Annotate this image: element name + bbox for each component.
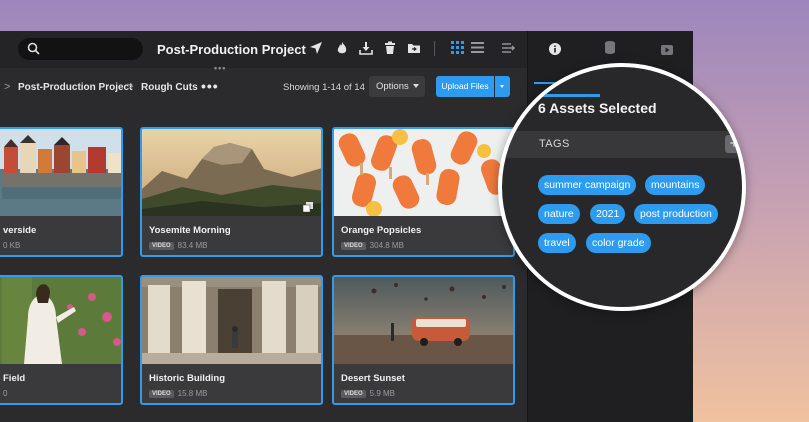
asset-meta: VIDEO 83.4 MB bbox=[149, 241, 207, 250]
asset-type-badge: VIDEO bbox=[341, 242, 366, 250]
inspector-tabs bbox=[528, 31, 693, 66]
more-options-button[interactable]: ••• bbox=[214, 63, 226, 73]
asset-title: verside bbox=[3, 225, 37, 236]
asset-size: 0 bbox=[3, 389, 8, 398]
video-icon[interactable] bbox=[661, 42, 673, 60]
stack-icon bbox=[302, 199, 313, 217]
upload-files-button[interactable]: Upload Files bbox=[436, 76, 494, 97]
asset-thumbnail bbox=[142, 277, 321, 364]
asset-title: Historic Building bbox=[149, 373, 225, 384]
tag-chip[interactable]: mountains bbox=[645, 175, 706, 195]
project-title: Post-Production Project bbox=[157, 42, 306, 57]
asset-card[interactable]: Yosemite Morning VIDEO 83.4 MB bbox=[140, 127, 323, 257]
asset-title: Orange Popsicles bbox=[341, 225, 422, 236]
tags-label: TAGS bbox=[539, 138, 570, 150]
send-icon[interactable] bbox=[309, 41, 323, 55]
chevron-down-icon bbox=[500, 85, 504, 88]
chevron-down-icon bbox=[413, 84, 419, 88]
breadcrumb-item-project[interactable]: Post-Production Project bbox=[18, 82, 132, 93]
asset-size: 83.4 MB bbox=[177, 241, 208, 250]
asset-thumbnail bbox=[142, 129, 321, 216]
tag-chip[interactable]: post production bbox=[634, 204, 718, 224]
asset-card[interactable]: Orange Popsicles VIDEO 304.8 MB bbox=[332, 127, 515, 257]
list-view-icon[interactable] bbox=[471, 41, 485, 55]
asset-size: 15.8 MB bbox=[177, 389, 208, 398]
asset-meta: VIDEO 15.8 MB bbox=[149, 389, 207, 398]
breadcrumb-separator: > bbox=[4, 81, 11, 93]
magnifier-callout: 6 A 6 Assets Selected TAGS + summer camp… bbox=[498, 63, 746, 311]
asset-size: 0 KB bbox=[3, 241, 21, 250]
tag-chip[interactable]: color grade bbox=[586, 233, 651, 253]
download-icon[interactable] bbox=[359, 41, 373, 55]
asset-title: Yosemite Morning bbox=[149, 225, 231, 236]
database-icon[interactable] bbox=[605, 41, 615, 59]
asset-thumbnail bbox=[334, 277, 513, 364]
showing-count: Showing 1-14 of 14 bbox=[283, 82, 365, 93]
asset-meta: VIDEO 304.8 MB bbox=[341, 241, 404, 250]
asset-title: Field bbox=[3, 373, 26, 384]
fire-icon[interactable] bbox=[335, 41, 349, 55]
asset-type-badge: VIDEO bbox=[149, 390, 174, 398]
asset-size: 5.9 MB bbox=[369, 389, 396, 398]
asset-card[interactable]: Historic Building VIDEO 15.8 MB bbox=[140, 275, 323, 405]
options-label: Options bbox=[376, 81, 409, 92]
upload-menu-button[interactable] bbox=[495, 76, 510, 97]
asset-thumbnail bbox=[0, 129, 121, 216]
tag-chip[interactable]: 2021 bbox=[590, 204, 626, 224]
asset-meta: VIDEO 5.9 MB bbox=[341, 389, 395, 398]
asset-card[interactable]: verside 0 KB bbox=[0, 127, 123, 257]
trash-icon[interactable] bbox=[383, 41, 397, 55]
search-input[interactable] bbox=[18, 38, 143, 60]
add-icon[interactable]: + bbox=[725, 135, 742, 153]
selection-heading: 6 Assets Selected bbox=[538, 100, 657, 116]
asset-card[interactable]: Desert Sunset VIDEO 5.9 MB bbox=[332, 275, 515, 405]
top-toolbar: Post-Production Project bbox=[0, 31, 527, 68]
asset-size: 304.8 MB bbox=[369, 241, 404, 250]
tag-chip[interactable]: summer campaign bbox=[538, 175, 637, 195]
tab-info-label: 6 A bbox=[538, 79, 555, 91]
tag-chip[interactable]: travel bbox=[538, 233, 576, 253]
tag-chip[interactable]: nature bbox=[538, 204, 580, 224]
asset-title: Desert Sunset bbox=[341, 373, 405, 384]
breadcrumb: > Post-Production Project > Rough Cuts •… bbox=[0, 63, 527, 110]
breadcrumb-item-rough-cuts[interactable]: Rough Cuts bbox=[141, 82, 198, 93]
asset-thumbnail bbox=[334, 129, 513, 216]
grid-view-icon[interactable] bbox=[451, 41, 465, 55]
asset-thumbnail bbox=[0, 277, 121, 364]
more-options-button[interactable]: ••• bbox=[201, 78, 219, 94]
info-icon[interactable] bbox=[549, 42, 561, 60]
search-icon bbox=[27, 42, 40, 55]
toolbar-divider bbox=[434, 41, 435, 56]
asset-type-badge: VIDEO bbox=[341, 390, 366, 398]
options-dropdown[interactable]: Options bbox=[369, 76, 425, 97]
asset-card[interactable]: Field 0 bbox=[0, 275, 123, 405]
sort-icon[interactable] bbox=[502, 41, 516, 55]
breadcrumb-separator: > bbox=[127, 81, 134, 93]
active-tab-indicator bbox=[538, 94, 600, 97]
asset-type-badge: VIDEO bbox=[149, 242, 174, 250]
folder-move-icon[interactable] bbox=[407, 41, 421, 55]
